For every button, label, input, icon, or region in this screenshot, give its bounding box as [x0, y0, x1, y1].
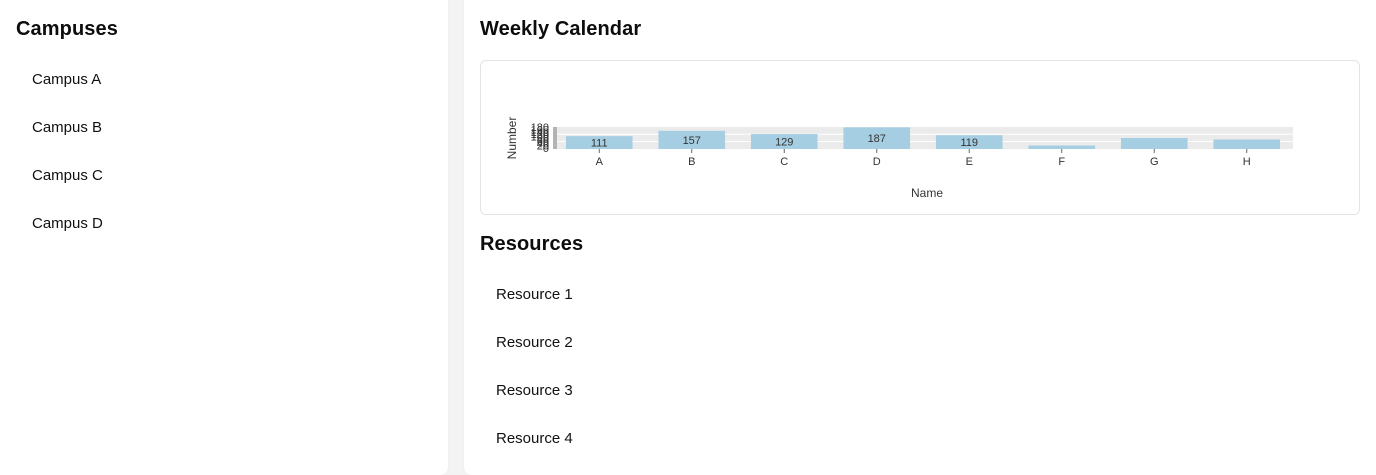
campus-item-c[interactable]: Campus C [32, 167, 103, 184]
campuses-panel: Campuses Campus A Campus B Campus C Camp… [0, 0, 448, 475]
y-tick-label: 180 [531, 122, 549, 134]
bar-g [1120, 138, 1188, 149]
weekly-bar-chart: 020406080100120140160180111A157B129C187D… [505, 117, 1293, 200]
bar-f [1028, 145, 1096, 149]
resource-item-2[interactable]: Resource 2 [496, 334, 573, 351]
bar-value-label: 119 [960, 137, 978, 149]
x-tick-label: H [1243, 156, 1251, 168]
x-tick-label: A [596, 156, 604, 168]
x-tick-label: G [1150, 156, 1159, 168]
calendar-title: Weekly Calendar [480, 18, 642, 40]
x-tick-label: E [966, 156, 973, 168]
bar-h [1213, 139, 1281, 149]
resource-item-3[interactable]: Resource 3 [496, 382, 573, 399]
x-axis-title: Name [911, 186, 943, 200]
y-axis-marker [553, 127, 557, 149]
campus-item-d[interactable]: Campus D [32, 215, 103, 232]
bar-value-label: 129 [775, 137, 793, 149]
x-tick-label: B [688, 156, 695, 168]
resource-item-1[interactable]: Resource 1 [496, 286, 573, 303]
campus-item-a[interactable]: Campus A [32, 71, 101, 88]
weekly-chart-card: 0 20 40 60 80 100 120 140 160 180 111 A 157 B 129 C 187 D… [480, 60, 1360, 215]
bar-value-label: 187 [868, 133, 886, 145]
campus-item-b[interactable]: Campus B [32, 119, 102, 136]
resource-item-4[interactable]: Resource 4 [496, 430, 573, 447]
x-tick-label: C [780, 156, 788, 168]
resources-title: Resources [480, 233, 584, 255]
x-tick-label: F [1058, 156, 1065, 168]
y-axis-title: Number [505, 117, 519, 160]
bar-value-label: 157 [683, 135, 701, 147]
main-panel: Weekly Calendar 0 20 40 60 80 100 120 140 160 180… [464, 0, 1376, 475]
x-tick-label: D [873, 156, 881, 168]
campuses-title: Campuses [16, 18, 118, 40]
bar-value-label: 111 [591, 138, 608, 150]
